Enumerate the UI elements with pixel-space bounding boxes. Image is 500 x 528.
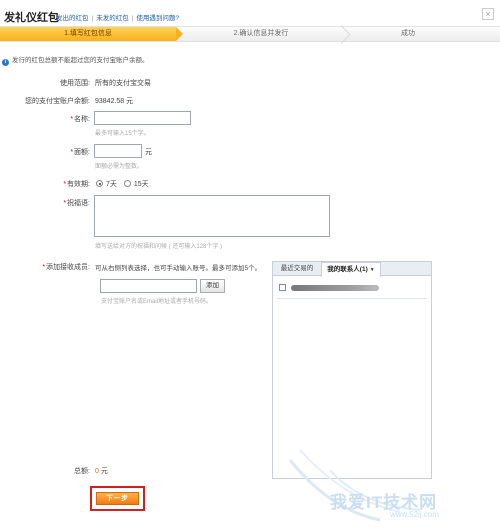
amount-input[interactable] — [94, 144, 142, 158]
contact-row[interactable] — [277, 282, 427, 294]
watermark-url: www.52ij.com — [390, 510, 439, 519]
required-mark: * — [63, 181, 67, 188]
help-link[interactable]: 使用遇到问题? — [136, 15, 179, 22]
notice-text: 发行的红包总额不能超过您的支付宝账户余额。 — [12, 57, 149, 64]
greeting-textarea[interactable] — [94, 195, 330, 237]
contacts-tabs: 最近交易的 我的联系人(1) ▼ — [273, 262, 431, 277]
required-mark: * — [70, 116, 74, 123]
contact-checkbox[interactable] — [279, 284, 286, 291]
info-icon: i — [2, 59, 9, 66]
total-label: 总额: — [74, 468, 90, 475]
tab-recent-trades[interactable]: 最近交易的 — [275, 262, 319, 276]
amount-label: *面额: — [70, 149, 90, 156]
progress-steps: 1.填写红包信息 2.确认信息并发行 成功 — [0, 26, 500, 42]
radio-selected-icon[interactable] — [96, 180, 103, 187]
sent-packets-link[interactable]: 发出的红包 — [56, 15, 89, 22]
recipients-desc: 可从右侧列表选择，也可手动输入账号。最多可添加5个。 — [95, 265, 262, 272]
name-hint: 最多可输入15个字。 — [95, 131, 150, 137]
validity-label: *有效期: — [63, 181, 90, 188]
scope-value: 所有的支付宝交易 — [95, 80, 151, 87]
next-button-highlight: 下一步 — [90, 486, 145, 511]
scope-label: 使用范围: — [60, 80, 90, 87]
page-title: 发礼仪红包 — [4, 12, 59, 24]
total-amount: 0 元 — [95, 468, 108, 475]
watermark-swoosh-icon — [288, 449, 421, 522]
step-success: 成功 — [401, 30, 415, 37]
amount-unit: 元 — [145, 149, 152, 156]
greeting-hint: 填写送给对方的祝福和问候 ( 还可输入128个字 ) — [95, 244, 223, 250]
recipients-label: *添加接收成员: — [42, 264, 90, 271]
blurred-contact-name — [291, 285, 379, 291]
close-icon[interactable]: × — [482, 8, 494, 20]
name-input[interactable] — [94, 111, 191, 125]
balance-value: 93842.58 元 — [95, 98, 134, 105]
page-header: 发礼仪红包 发出的红包 | 未发的红包 | 使用遇到问题? × — [0, 0, 500, 26]
required-mark: * — [63, 200, 67, 207]
divider — [277, 298, 427, 299]
required-mark: * — [42, 264, 46, 271]
required-mark: * — [70, 149, 74, 156]
name-label: *名称: — [70, 116, 90, 123]
unsent-packets-link[interactable]: 未发的红包 — [96, 15, 129, 22]
recipient-input[interactable] — [100, 279, 197, 293]
caret-down-icon[interactable]: ▼ — [370, 267, 375, 273]
next-button[interactable]: 下一步 — [96, 492, 139, 505]
amount-hint: 面额必需为整数。 — [95, 164, 144, 170]
step-confirm: 2.确认信息并发行 — [176, 27, 346, 41]
greeting-label: *祝福语: — [63, 200, 90, 207]
recipient-hint: 支付宝账户名或Email地址或者手机号码。 — [101, 299, 213, 305]
step-fill-info: 1.填写红包信息 — [0, 27, 183, 41]
tab-my-contacts[interactable]: 我的联系人(1) ▼ — [321, 262, 381, 277]
validity-15-days-radio[interactable]: 15天 — [123, 180, 149, 188]
balance-label: 您的支付宝账户余额: — [25, 98, 90, 105]
header-links: 发出的红包 | 未发的红包 | 使用遇到问题? — [56, 15, 180, 22]
validity-7-days-radio[interactable]: 7天 — [96, 180, 117, 188]
add-recipient-button[interactable]: 添加 — [200, 279, 225, 293]
validity-options: 7天 15天 — [96, 179, 149, 189]
radio-icon[interactable] — [123, 180, 131, 187]
notice: i 发行的红包总额不能超过您的支付宝账户余额。 — [2, 54, 149, 66]
